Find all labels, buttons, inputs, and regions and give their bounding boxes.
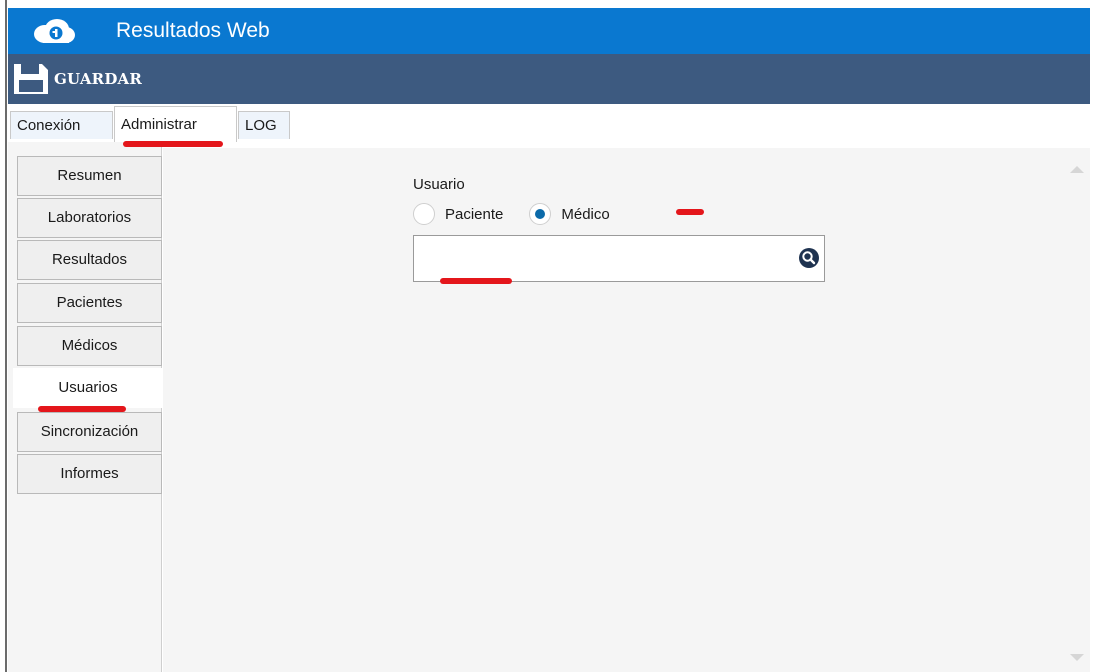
- main-panel: Usuario Paciente Médico: [163, 148, 1090, 672]
- sidebar-item-laboratorios[interactable]: Laboratorios: [17, 198, 162, 238]
- toolbar: GUARDAR: [8, 54, 1090, 104]
- app-title: Resultados Web: [116, 19, 270, 42]
- sidebar-item-resultados[interactable]: Resultados: [17, 240, 162, 280]
- sidebar-item-usuarios[interactable]: Usuarios: [13, 368, 163, 408]
- user-search-input[interactable]: [418, 240, 782, 279]
- annotation-mark-medico: [676, 209, 704, 215]
- tab-administrar[interactable]: Administrar: [114, 106, 237, 143]
- scroll-up-arrow[interactable]: [1070, 166, 1084, 173]
- user-search-box: [413, 235, 825, 282]
- annotation-mark-usuarios: [38, 406, 126, 412]
- radio-paciente[interactable]: [413, 203, 435, 225]
- radio-paciente-label[interactable]: Paciente: [445, 206, 503, 223]
- annotation-mark-search: [440, 278, 512, 284]
- sidebar-item-resumen[interactable]: Resumen: [17, 156, 162, 196]
- save-button[interactable]: GUARDAR: [12, 62, 142, 96]
- usuario-label: Usuario: [413, 176, 465, 193]
- save-label: GUARDAR: [54, 70, 143, 88]
- tab-log[interactable]: LOG: [238, 111, 290, 139]
- cloud-icon: [34, 19, 75, 43]
- search-icon[interactable]: [798, 247, 820, 269]
- content-area: Resumen Laboratorios Resultados Paciente…: [8, 142, 1090, 672]
- sidebar-item-sincronizacion[interactable]: Sincronización: [17, 412, 162, 452]
- sidebar-item-medicos[interactable]: Médicos: [17, 326, 162, 366]
- scroll-down-arrow[interactable]: [1070, 654, 1084, 661]
- radio-medico-label[interactable]: Médico: [561, 206, 609, 223]
- tab-conexion[interactable]: Conexión: [10, 111, 113, 139]
- window-left-edge: [0, 0, 8, 672]
- annotation-mark-administrar: [123, 141, 223, 147]
- title-bar: Resultados Web: [8, 8, 1090, 54]
- sidebar-item-informes[interactable]: Informes: [17, 454, 162, 494]
- user-type-radio-group: Paciente Médico: [413, 200, 610, 228]
- save-icon: [14, 64, 48, 94]
- radio-medico[interactable]: [529, 203, 552, 225]
- tab-strip: Conexión Administrar LOG: [8, 104, 1090, 143]
- sidebar-item-pacientes[interactable]: Pacientes: [17, 283, 162, 323]
